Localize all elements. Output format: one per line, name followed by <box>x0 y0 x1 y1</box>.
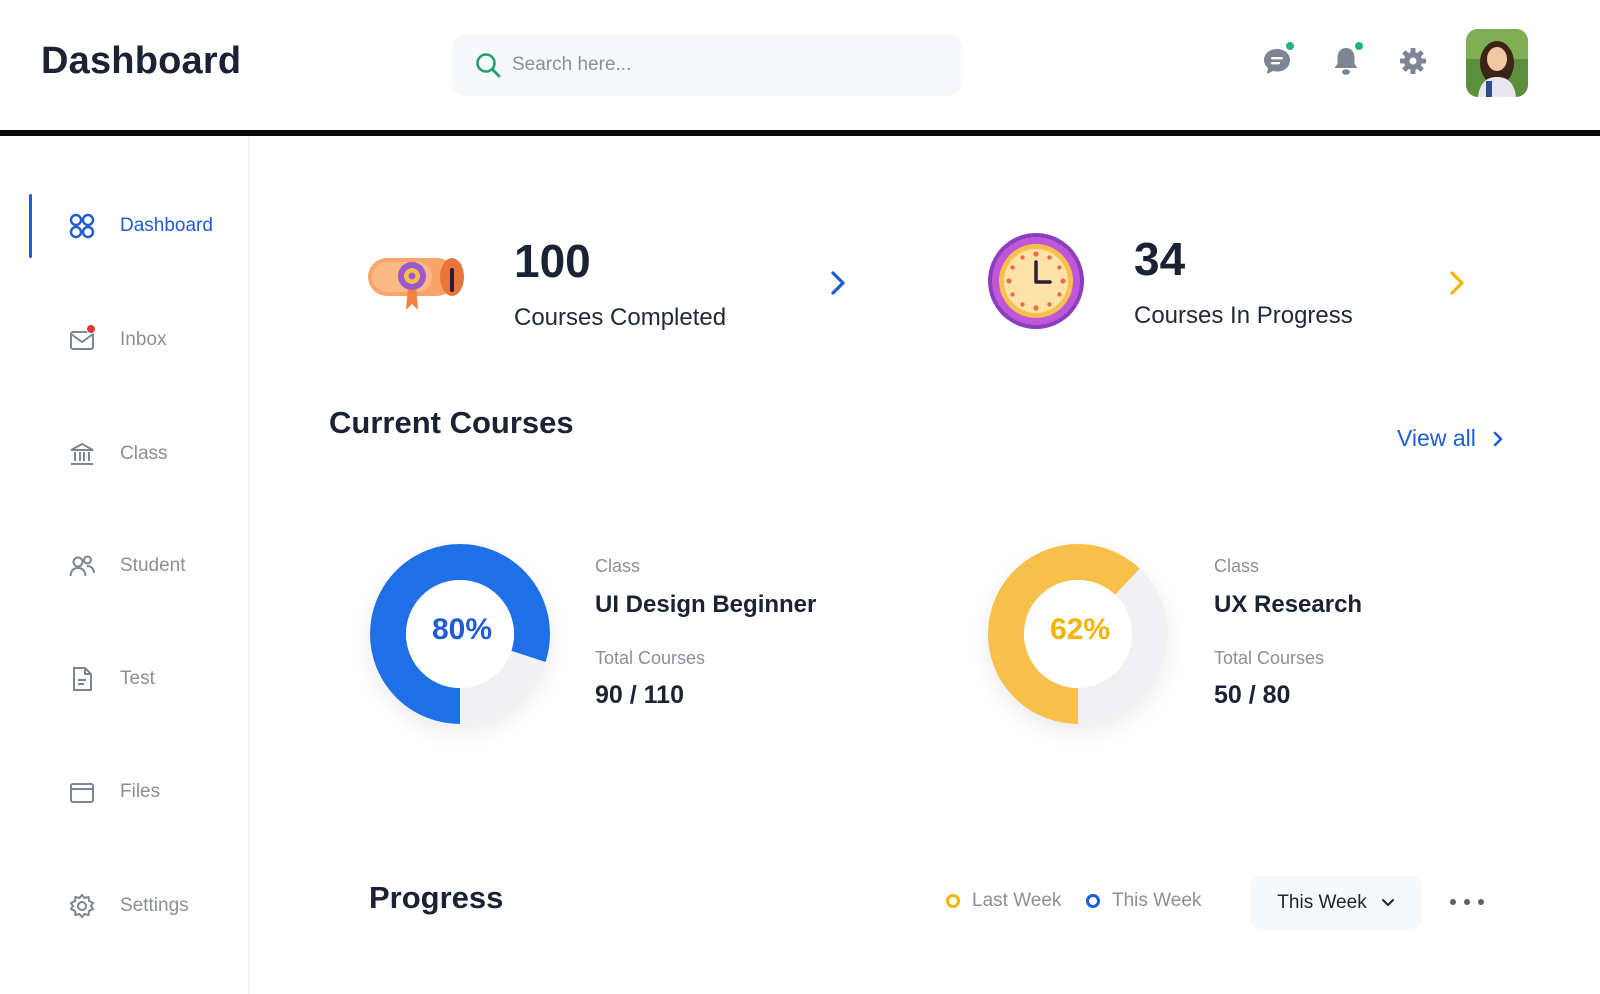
settings-button[interactable] <box>1396 44 1430 78</box>
sidebar-item-label: Student <box>120 555 186 576</box>
period-selected: This Week <box>1277 892 1367 913</box>
bell-icon <box>1334 48 1358 75</box>
dot <box>1478 899 1484 905</box>
clock-icon <box>988 233 1084 329</box>
donut-percent: 62% <box>1049 613 1111 646</box>
sidebar-item-files[interactable]: Files <box>66 772 160 812</box>
total-courses-value: 90 / 110 <box>595 681 684 709</box>
avatar[interactable] <box>1466 29 1528 97</box>
folder-icon <box>66 776 98 808</box>
document-icon <box>66 663 98 695</box>
total-courses-label: Total Courses <box>1214 648 1325 668</box>
legend-marker <box>1086 894 1100 908</box>
chevron-down-icon <box>1381 899 1394 906</box>
total-courses-value: 50 / 80 <box>1214 681 1291 709</box>
dot <box>1464 899 1470 905</box>
in-progress-count: 34 <box>1134 233 1186 285</box>
legend-label: Last Week <box>972 890 1062 911</box>
user-photo-icon <box>1466 29 1528 97</box>
view-all-link[interactable]: View all <box>1397 425 1504 452</box>
gear-icon <box>1400 48 1426 74</box>
grid-icon <box>66 210 98 242</box>
online-dot <box>1286 42 1294 50</box>
legend-label: This Week <box>1112 890 1202 911</box>
in-progress-label: Courses In Progress <box>1134 302 1353 329</box>
search-bar[interactable] <box>452 34 962 96</box>
course-name: UX Research <box>1214 591 1363 618</box>
users-icon <box>66 550 98 582</box>
legend-marker <box>946 894 960 908</box>
sidebar-item-label: Settings <box>120 895 189 916</box>
bank-icon <box>66 438 98 470</box>
total-courses-label: Total Courses <box>595 648 706 668</box>
chevron-right-icon <box>1493 431 1503 446</box>
active-indicator <box>29 194 32 258</box>
view-all-label: View all <box>1397 425 1476 451</box>
chat-button[interactable] <box>1260 42 1294 78</box>
sidebar-item-inbox[interactable]: Inbox <box>66 320 166 360</box>
sidebar-item-label: Inbox <box>120 329 167 350</box>
completed-label: Courses Completed <box>514 304 727 331</box>
course-name: UI Design Beginner <box>595 591 817 618</box>
legend-this-week: This Week <box>1086 890 1201 912</box>
sidebar-item-settings[interactable]: Settings <box>66 886 189 926</box>
notification-dot <box>1355 42 1363 50</box>
more-options-button[interactable] <box>1450 892 1484 912</box>
chevron-right-icon[interactable] <box>826 268 850 298</box>
sidebar-item-label: Files <box>120 781 161 802</box>
period-dropdown[interactable]: This Week <box>1251 876 1421 930</box>
sidebar-item-label: Test <box>120 668 155 689</box>
legend-last-week: Last Week <box>946 890 1061 912</box>
certificate-icon <box>368 258 464 310</box>
dot <box>1450 899 1456 905</box>
class-label: Class <box>1214 556 1260 576</box>
sidebar-item-test[interactable]: Test <box>66 659 155 699</box>
sidebar-item-dashboard[interactable]: Dashboard <box>66 206 213 246</box>
unread-badge <box>86 324 96 334</box>
sidebar-item-student[interactable]: Student <box>66 546 186 586</box>
search-icon <box>476 53 501 78</box>
class-label: Class <box>595 556 641 576</box>
page-title: Dashboard <box>41 40 242 82</box>
notifications-button[interactable] <box>1329 42 1363 78</box>
sidebar-item-label: Class <box>120 443 168 464</box>
sidebar-item-class[interactable]: Class <box>66 434 168 474</box>
section-title-progress: Progress <box>369 880 504 915</box>
settings-icon <box>66 890 98 922</box>
section-title-current-courses: Current Courses <box>329 405 574 440</box>
chevron-right-icon[interactable] <box>1445 268 1469 298</box>
donut-percent: 80% <box>431 613 493 646</box>
sidebar-item-label: Dashboard <box>120 215 213 236</box>
search-input[interactable] <box>512 54 912 76</box>
completed-count: 100 <box>514 235 591 287</box>
mail-icon <box>66 324 98 356</box>
top-header: Dashboard <box>0 0 1600 130</box>
